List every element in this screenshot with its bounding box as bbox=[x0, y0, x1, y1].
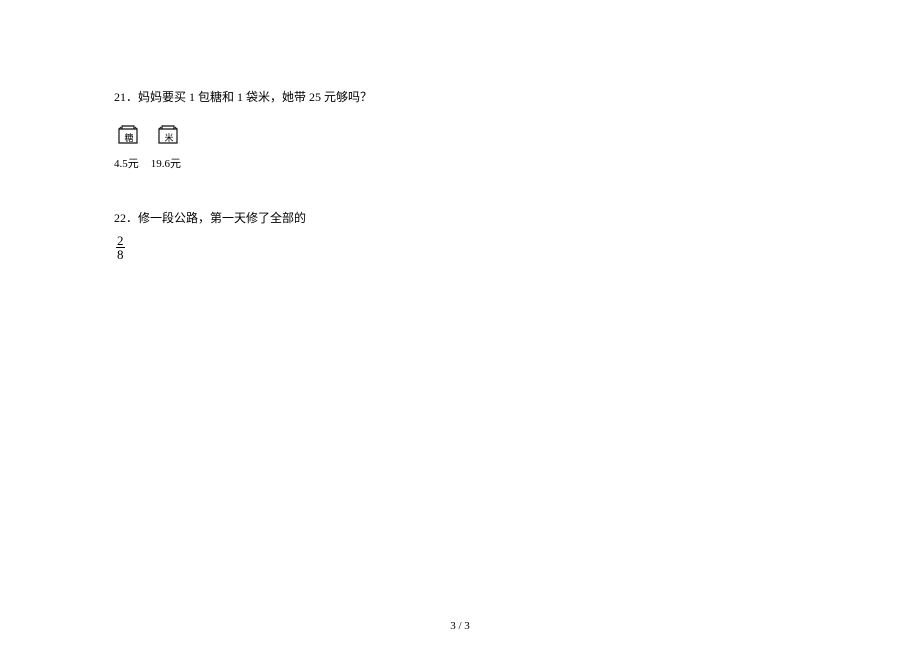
sugar-price: 4.5元 bbox=[114, 155, 139, 171]
fraction-2-8: 2 8 bbox=[116, 234, 125, 261]
q21-body: 妈妈要买 1 包糖和 1 袋米，她带 25 元够吗？ bbox=[138, 90, 372, 104]
sugar-label: 糖 bbox=[125, 131, 134, 144]
sugar-bag: 糖 bbox=[116, 123, 140, 151]
rice-bag: 米 bbox=[156, 123, 180, 151]
fraction-numerator: 2 bbox=[116, 234, 125, 248]
q21-number: 21． bbox=[114, 90, 138, 104]
rice-label: 米 bbox=[165, 131, 174, 144]
page-content: 21．妈妈要买 1 包糖和 1 袋米，她带 25 元够吗？ 糖 bbox=[0, 0, 920, 261]
rice-price: 19.6元 bbox=[151, 155, 181, 171]
page-footer: 3 / 3 bbox=[0, 620, 920, 632]
question-22: 22．修一段公路，第一天修了全部的 2 8 bbox=[114, 209, 808, 261]
prices-row: 4.5元 19.6元 bbox=[114, 155, 808, 171]
q22-body: 修一段公路，第一天修了全部的 bbox=[138, 211, 306, 225]
page-number: 3 / 3 bbox=[450, 620, 470, 632]
item-sugar: 糖 bbox=[116, 123, 140, 151]
q22-number: 22． bbox=[114, 211, 138, 225]
question-21-text: 21．妈妈要买 1 包糖和 1 袋米，她带 25 元够吗？ bbox=[114, 88, 808, 107]
fraction-denominator: 8 bbox=[116, 248, 125, 261]
question-22-text: 22．修一段公路，第一天修了全部的 bbox=[114, 209, 808, 228]
items-row: 糖 米 bbox=[116, 123, 808, 151]
question-21: 21．妈妈要买 1 包糖和 1 袋米，她带 25 元够吗？ 糖 bbox=[114, 88, 808, 171]
item-rice: 米 bbox=[156, 123, 180, 151]
